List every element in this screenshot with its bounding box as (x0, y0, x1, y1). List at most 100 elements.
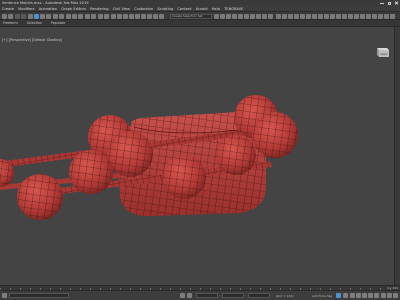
scene-explorer-icon[interactable] (214, 13, 219, 19)
play-icon[interactable] (362, 293, 367, 298)
arnold-render-icon[interactable] (276, 13, 281, 19)
render-message-icon[interactable] (312, 13, 317, 19)
scale-icon[interactable] (78, 13, 83, 19)
toggle-ribbon-icon[interactable] (226, 13, 231, 19)
add-time-tag[interactable]: Add Time Tag (312, 294, 332, 298)
isolate-selection-icon[interactable] (180, 293, 185, 298)
select-rotate-icon[interactable] (40, 13, 45, 19)
select-scale-icon[interactable] (46, 13, 51, 19)
menu-content[interactable]: Content (177, 7, 191, 11)
shapes-icon[interactable] (354, 13, 359, 19)
named-selection-icon[interactable] (147, 13, 152, 19)
material-editor-icon[interactable] (244, 13, 249, 19)
go-to-start-icon[interactable] (350, 293, 355, 298)
menu-modifiers[interactable]: Modifiers (18, 7, 34, 11)
spinner-snap-icon[interactable] (135, 13, 140, 19)
go-to-end-icon[interactable] (374, 293, 379, 298)
ribbon-tab-populate[interactable]: Populate (51, 21, 65, 25)
render-activeshade-icon[interactable] (282, 13, 287, 19)
auto-key-icon[interactable] (336, 293, 341, 298)
window-crossing-icon[interactable] (59, 13, 64, 19)
menu-rendering[interactable]: Rendering (90, 7, 108, 11)
rotate-icon[interactable] (72, 13, 77, 19)
maxscript-listener-icon[interactable] (2, 293, 7, 298)
viewcube[interactable]: Right (373, 45, 391, 59)
select-object-icon[interactable] (28, 13, 33, 19)
select-manipulate-icon[interactable] (104, 13, 109, 19)
percent-snap-icon[interactable] (129, 13, 134, 19)
next-frame-icon[interactable] (368, 293, 373, 298)
ribbon-tab-freeform[interactable]: Freeform (3, 21, 18, 25)
layer-explorer-icon[interactable] (220, 13, 225, 19)
y-coordinate-field[interactable] (222, 293, 244, 298)
undo-icon[interactable] (2, 13, 7, 19)
zoom-icon[interactable] (381, 293, 386, 298)
snap-toggle-icon[interactable] (117, 13, 122, 19)
close-icon[interactable] (395, 2, 398, 5)
edit-named-selection-icon[interactable] (141, 13, 146, 19)
placement-icon[interactable] (85, 13, 90, 19)
lights-icon[interactable] (366, 13, 371, 19)
render-iterative-icon[interactable] (268, 13, 273, 19)
menu-customize[interactable]: Customize (134, 7, 153, 11)
minimize-icon[interactable] (380, 2, 384, 4)
angle-snap-icon[interactable] (123, 13, 128, 19)
menu-arnold[interactable]: Arnold (196, 7, 208, 11)
x-coordinate-field[interactable] (196, 293, 218, 298)
menu-create[interactable]: Create (2, 7, 14, 11)
camera-icon[interactable] (330, 13, 335, 19)
workspace-icon[interactable] (384, 13, 389, 19)
space-warps-icon[interactable] (342, 13, 347, 19)
move-icon[interactable] (66, 13, 71, 19)
render-production-icon[interactable] (262, 13, 267, 19)
menu-tengrave[interactable]: TENGRAVE (224, 7, 243, 11)
redo-icon[interactable] (8, 13, 13, 19)
previous-frame-icon[interactable] (356, 293, 361, 298)
maximize-icon[interactable] (388, 1, 391, 5)
geometry-icon[interactable] (360, 13, 365, 19)
selection-lock-icon[interactable] (187, 293, 192, 298)
view-dropdown-icon[interactable] (91, 13, 96, 19)
menu-civil-view[interactable]: Civil View (113, 7, 130, 11)
particles-icon[interactable] (372, 13, 377, 19)
select-region-icon[interactable] (53, 13, 58, 19)
light-lister-icon[interactable] (324, 13, 329, 19)
sphere-4 (216, 135, 256, 175)
sign-in-icon[interactable] (390, 13, 395, 19)
helpers-icon[interactable] (336, 13, 341, 19)
toolbox-icon[interactable] (306, 13, 311, 19)
compound-icon[interactable] (378, 13, 383, 19)
maxscript-field[interactable] (9, 293, 69, 298)
perspective-viewport[interactable]: [+] [Perspective] [Default Shading] Righ… (0, 27, 394, 285)
align-icon[interactable] (159, 13, 164, 19)
menu-graph-editors[interactable]: Graph Editors (61, 7, 86, 11)
selection-set-field[interactable]: Create Selection Set (170, 13, 212, 19)
set-key-icon[interactable] (343, 293, 348, 298)
viewport-label[interactable]: [+] [Perspective] [Default Shading] (2, 38, 62, 42)
mirror-icon[interactable] (153, 13, 158, 19)
command-panel-strip[interactable] (394, 27, 400, 285)
schematic-view-icon[interactable] (238, 13, 243, 19)
status-bar: Grid = 10.0 Add Time Tag (0, 290, 400, 300)
select-move-icon[interactable] (34, 13, 39, 19)
a360-icon[interactable] (288, 13, 293, 19)
ribbon-tab-selection[interactable]: Selection (27, 21, 42, 25)
link-icon[interactable] (15, 13, 20, 19)
pivot-center-icon[interactable] (98, 13, 103, 19)
keyboard-shortcut-icon[interactable] (111, 13, 116, 19)
command-panel-icon[interactable] (300, 13, 305, 19)
systems-icon[interactable] (348, 13, 353, 19)
unlink-icon[interactable] (21, 13, 26, 19)
render-setup-icon[interactable] (250, 13, 255, 19)
open-explorer-icon[interactable] (294, 13, 299, 19)
orbit-icon[interactable] (393, 293, 398, 298)
sphere-7 (162, 155, 206, 199)
curve-editor-icon[interactable] (232, 13, 237, 19)
pan-icon[interactable] (387, 293, 392, 298)
menu-scripting[interactable]: Scripting (157, 7, 173, 11)
rendered-frame-icon[interactable] (256, 13, 261, 19)
menu-help[interactable]: Help (212, 7, 220, 11)
z-coordinate-field[interactable] (248, 293, 270, 298)
environment-icon[interactable] (318, 13, 323, 19)
menu-animation[interactable]: Animation (39, 7, 57, 11)
